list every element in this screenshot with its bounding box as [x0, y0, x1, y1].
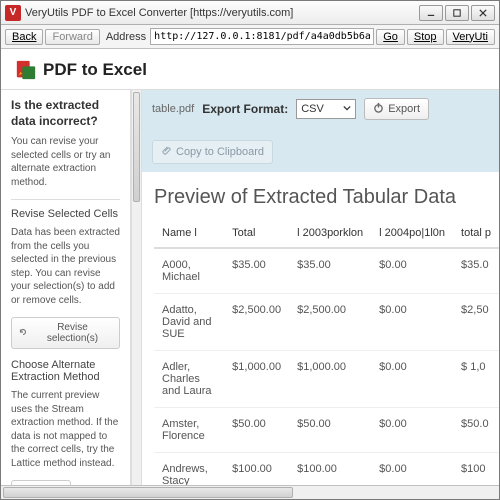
- table-cell: $50.00: [224, 408, 289, 453]
- table-row: Adler, Charles and Laura$1,000.00$1,000.…: [154, 351, 499, 408]
- export-format-select[interactable]: CSV: [296, 99, 356, 119]
- table-body: A000, Michael$35.00$35.00$0.00$35.0Adatt…: [154, 248, 499, 485]
- sidebar: Is the extracted data incorrect? You can…: [1, 90, 131, 485]
- revise-title: Revise Selected Cells: [11, 208, 120, 220]
- address-input[interactable]: [150, 28, 374, 45]
- horizontal-scrollbar[interactable]: [1, 485, 499, 499]
- table-cell: Amster, Florence: [154, 408, 224, 453]
- titlebar: V VeryUtils PDF to Excel Converter [http…: [1, 1, 499, 25]
- undo-icon: [18, 327, 28, 340]
- chevron-down-icon: [343, 103, 351, 115]
- table-cell: $0.00: [371, 351, 453, 408]
- table-cell: $ 1,0: [453, 351, 499, 408]
- clipboard-button-label: Copy to Clipboard: [176, 146, 264, 158]
- table-header-row: Name lTotall 2003porklonl 2004po|1l0ntot…: [154, 219, 499, 248]
- table-cell: $0.00: [371, 453, 453, 486]
- body-row: Is the extracted data incorrect? You can…: [1, 90, 499, 485]
- table-cell: $35.0: [453, 248, 499, 294]
- copy-clipboard-button[interactable]: Copy to Clipboard: [152, 140, 273, 164]
- table-cell: Andrews, Stacy: [154, 453, 224, 486]
- paperclip-icon: [161, 145, 172, 159]
- power-icon: [373, 102, 384, 116]
- table-cell: $0.00: [371, 294, 453, 351]
- table-cell: $0.00: [371, 248, 453, 294]
- divider: [11, 199, 120, 200]
- revise-selection-button[interactable]: Revise selection(s): [11, 317, 120, 349]
- app-title: PDF to Excel: [43, 60, 147, 80]
- table-cell: $0.00: [371, 408, 453, 453]
- revise-text: Data has been extracted from the cells y…: [11, 226, 120, 307]
- data-table: Name lTotall 2003porklonl 2004po|1l0ntot…: [154, 219, 499, 485]
- maximize-button[interactable]: [445, 5, 469, 21]
- table-cell: $100.00: [289, 453, 371, 486]
- address-label: Address: [106, 31, 146, 43]
- column-header: total p: [453, 219, 499, 248]
- horizontal-scrollbar-thumb[interactable]: [3, 487, 293, 498]
- table-cell: $100.00: [224, 453, 289, 486]
- export-button[interactable]: Export: [364, 98, 429, 120]
- sidebar-scrollbar-thumb[interactable]: [133, 92, 140, 202]
- column-header: Name l: [154, 219, 224, 248]
- column-header: Total: [224, 219, 289, 248]
- sidebar-scrollbar[interactable]: [131, 90, 142, 485]
- table-cell: $100: [453, 453, 499, 486]
- table-cell: $2,50: [453, 294, 499, 351]
- table-cell: $35.00: [289, 248, 371, 294]
- export-bar: table.pdf Export Format: CSV Export Copy…: [142, 90, 499, 172]
- file-name: table.pdf: [152, 103, 194, 115]
- nav-toolbar: Back Forward Address Go Stop VeryUti: [1, 25, 499, 49]
- app-header: PDF to Excel: [1, 49, 499, 90]
- table-cell: $50.0: [453, 408, 499, 453]
- table-cell: $1,000.00: [289, 351, 371, 408]
- table-cell: $50.00: [289, 408, 371, 453]
- column-header: l 2004po|1l0n: [371, 219, 453, 248]
- table-cell: $2,500.00: [224, 294, 289, 351]
- table-cell: Adatto, David and SUE: [154, 294, 224, 351]
- table-row: Amster, Florence$50.00$50.00$0.00$50.0: [154, 408, 499, 453]
- stop-button[interactable]: Stop: [407, 29, 444, 45]
- table-cell: A000, Michael: [154, 248, 224, 294]
- table-cell: $35.00: [224, 248, 289, 294]
- back-button[interactable]: Back: [5, 29, 43, 45]
- table-cell: Adler, Charles and Laura: [154, 351, 224, 408]
- sidebar-question-title: Is the extracted data incorrect?: [11, 98, 120, 129]
- window-buttons: [419, 5, 495, 21]
- go-button[interactable]: Go: [376, 29, 405, 45]
- column-header: l 2003porklon: [289, 219, 371, 248]
- alt-method-title: Choose Alternate Extraction Method: [11, 359, 120, 383]
- alt-method-text: The current preview uses the Stream extr…: [11, 389, 120, 470]
- app-icon: V: [5, 5, 21, 21]
- table-row: Andrews, Stacy$100.00$100.00$0.00$100: [154, 453, 499, 486]
- forward-button: Forward: [45, 29, 99, 45]
- export-format-value: CSV: [301, 103, 324, 115]
- minimize-button[interactable]: [419, 5, 443, 21]
- table-cell: $1,000.00: [224, 351, 289, 408]
- table-wrap: Name lTotall 2003porklonl 2004po|1l0ntot…: [142, 219, 499, 485]
- revise-button-label: Revise selection(s): [32, 322, 113, 344]
- main-panel: table.pdf Export Format: CSV Export Copy…: [142, 90, 499, 485]
- preview-title: Preview of Extracted Tabular Data: [142, 172, 499, 219]
- pdf-excel-logo-icon: [15, 59, 37, 81]
- table-row: Adatto, David and SUE$2,500.00$2,500.00$…: [154, 294, 499, 351]
- app-window: V VeryUtils PDF to Excel Converter [http…: [0, 0, 500, 500]
- table-row: A000, Michael$35.00$35.00$0.00$35.0: [154, 248, 499, 294]
- close-button[interactable]: [471, 5, 495, 21]
- brand-button[interactable]: VeryUti: [446, 29, 495, 45]
- export-button-label: Export: [388, 103, 420, 115]
- sidebar-question-text: You can revise your selected cells or tr…: [11, 135, 120, 189]
- window-title: VeryUtils PDF to Excel Converter [https:…: [25, 7, 419, 19]
- export-format-label: Export Format:: [202, 102, 288, 116]
- table-cell: $2,500.00: [289, 294, 371, 351]
- content-area: PDF to Excel Is the extracted data incor…: [1, 49, 499, 499]
